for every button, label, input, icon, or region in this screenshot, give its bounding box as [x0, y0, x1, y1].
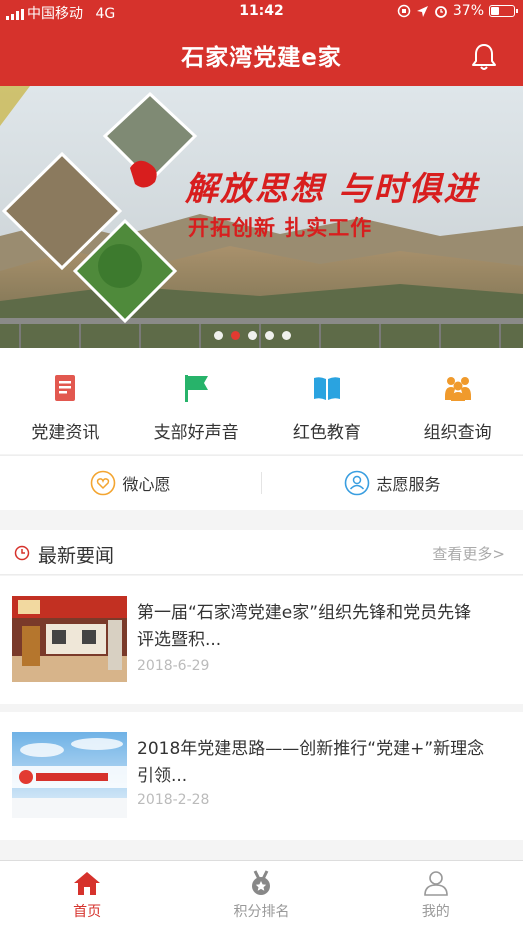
volunteer-label: 志愿服务 [376, 475, 441, 494]
clock-icon [14, 545, 30, 561]
news-thumbnail [12, 732, 127, 818]
wish-link[interactable]: 微心愿 [0, 470, 261, 496]
banner-slogan-main: 解放思想 与时俱进 [185, 169, 479, 208]
tab-home-label: 首页 [73, 904, 102, 920]
carousel-indicator [214, 331, 291, 340]
quick-links: 微心愿 志愿服务 [0, 455, 523, 510]
app-header: 中国移动 4G 11:42 37% 石家湾党建e家 [0, 0, 523, 86]
battery-percent: 37% [452, 3, 484, 19]
group-icon [444, 377, 471, 401]
home-icon [74, 872, 101, 895]
tab-ranking-label: 积分排名 [233, 904, 290, 920]
news-title: 第一届“石家湾党建e家”组织先锋和党员先锋评选暨积... [137, 603, 472, 650]
view-more-link[interactable]: 查看更多> [432, 543, 505, 564]
rotation-lock-icon [397, 4, 411, 18]
bell-icon[interactable] [471, 42, 497, 72]
grid-item-2[interactable]: 支部好声音 [131, 348, 262, 454]
grid-item-label: 支部好声音 [153, 423, 239, 443]
bottom-tab-bar: 首页 积分排名 我的 [0, 860, 523, 929]
tab-profile[interactable]: 我的 [349, 861, 523, 929]
carousel-dot[interactable] [248, 331, 257, 340]
flag-icon [185, 375, 209, 402]
location-arrow-icon [416, 5, 428, 17]
news-section-header: 最新要闻 查看更多> [0, 530, 523, 575]
news-date: 2018-2-28 [137, 792, 210, 808]
tab-ranking[interactable]: 积分排名 [174, 861, 348, 929]
banner-carousel[interactable]: 解放思想 与时俱进 开拓创新 扎实工作 [0, 86, 523, 348]
news-item[interactable]: 第一届“石家湾党建e家”组织先锋和党员先锋评选暨积... 2018-6-29 [0, 576, 523, 704]
status-bar: 中国移动 4G 11:42 37% [0, 0, 523, 24]
news-doc-icon [55, 375, 76, 401]
grid-item-1[interactable]: 党建资讯 [0, 348, 131, 454]
banner-slogan-sub: 开拓创新 扎实工作 [188, 216, 373, 240]
tab-home[interactable]: 首页 [0, 861, 174, 929]
alarm-icon [434, 6, 447, 18]
carousel-dot[interactable] [214, 331, 223, 340]
grid-item-4[interactable]: 组织查询 [392, 348, 523, 454]
tab-profile-label: 我的 [421, 904, 450, 920]
volunteer-link[interactable]: 志愿服务 [262, 470, 523, 496]
carousel-dot[interactable] [265, 331, 274, 340]
heart-icon [91, 470, 116, 496]
status-right: 37% [397, 3, 518, 19]
news-date: 2018-6-29 [137, 658, 210, 674]
battery-fill [491, 7, 499, 15]
volunteer-icon [345, 470, 370, 496]
battery-icon [489, 5, 518, 17]
news-title: 2018年党建思路——创新推行“党建+”新理念引领... [137, 739, 485, 786]
medal-icon [252, 870, 271, 895]
carousel-dot[interactable] [231, 331, 240, 340]
news-item[interactable]: 2018年党建思路——创新推行“党建+”新理念引领... 2018-2-28 [0, 712, 523, 840]
function-grid: 党建资讯 支部好声音 红色教育 组织查询 [0, 348, 523, 454]
wish-label: 微心愿 [122, 475, 171, 494]
user-icon [424, 871, 448, 896]
carousel-dot[interactable] [282, 331, 291, 340]
news-section-title: 最新要闻 [38, 545, 115, 567]
grid-item-label: 红色教育 [292, 423, 361, 443]
news-thumbnail [12, 596, 127, 682]
grid-item-label: 党建资讯 [31, 423, 100, 443]
grid-item-3[interactable]: 红色教育 [262, 348, 393, 454]
page-title: 石家湾党建e家 [181, 45, 342, 71]
grid-item-label: 组织查询 [423, 423, 492, 443]
book-icon [313, 377, 340, 400]
